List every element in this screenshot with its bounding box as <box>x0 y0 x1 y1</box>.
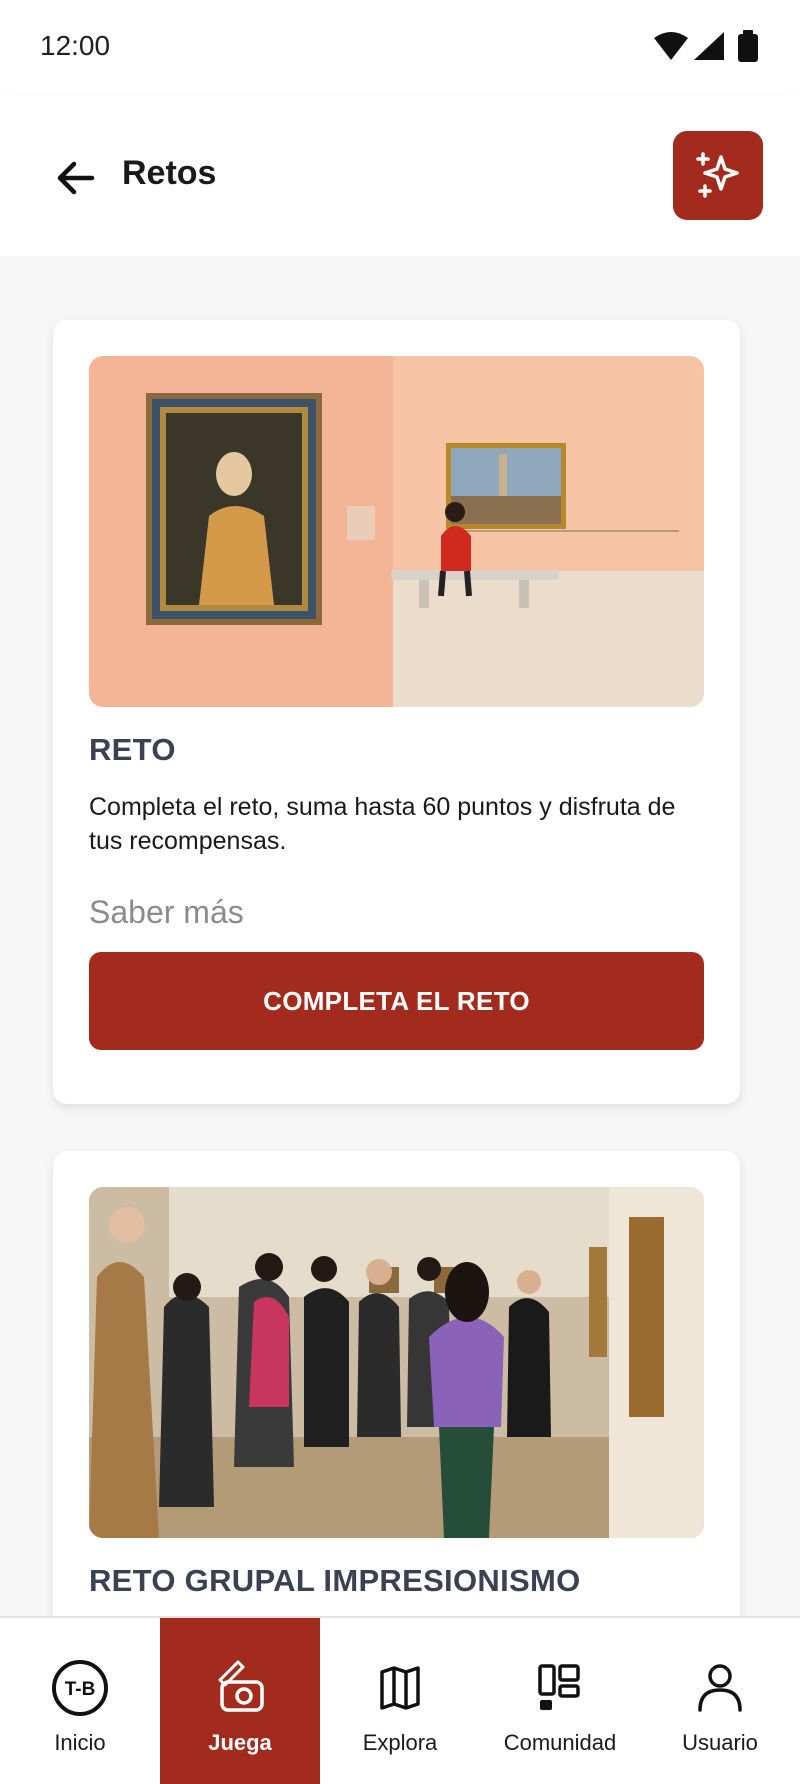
nav-label: Comunidad <box>503 1730 617 1755</box>
app-bar: Retos <box>0 96 800 256</box>
svg-text:T-B: T-B <box>65 1679 96 1700</box>
tb-logo-icon: T-B <box>50 1658 110 1718</box>
challenge-list[interactable]: RETO Completa el reto, suma hasta 60 pun… <box>0 256 800 1616</box>
bottom-nav: T-B Inicio Juega Explora Comunidad Usuar… <box>0 1616 800 1784</box>
page-title: Retos <box>122 154 217 192</box>
challenge-card: RETO GRUPAL IMPRESIONISMO <box>53 1151 740 1616</box>
nav-item-explora[interactable]: Explora <box>320 1618 480 1784</box>
user-icon <box>690 1658 750 1718</box>
battery-icon <box>738 34 758 62</box>
arrow-left-icon[interactable] <box>52 152 104 204</box>
map-icon <box>370 1658 430 1718</box>
camera-pen-icon <box>210 1658 270 1718</box>
nav-item-usuario[interactable]: Usuario <box>640 1618 800 1784</box>
signal-icon <box>694 32 724 60</box>
nav-label: Usuario <box>682 1730 758 1755</box>
widgets-icon <box>530 1658 590 1718</box>
nav-label: Explora <box>362 1730 438 1755</box>
challenge-image <box>89 1187 704 1538</box>
status-time: 12:00 <box>40 30 111 61</box>
status-bar: 12:00 <box>0 0 800 96</box>
nav-label: Juega <box>208 1730 272 1755</box>
nav-label: Inicio <box>54 1730 106 1755</box>
status-icons <box>654 30 758 62</box>
nav-item-inicio[interactable]: T-B Inicio <box>0 1618 160 1784</box>
challenge-card: RETO Completa el reto, suma hasta 60 pun… <box>53 320 740 1104</box>
learn-more-link[interactable]: Saber más <box>89 894 244 931</box>
ai-assistant-button[interactable] <box>673 131 763 220</box>
challenge-title: RETO <box>89 732 176 767</box>
wifi-icon <box>654 32 688 60</box>
challenge-description: Completa el reto, suma hasta 60 puntos y… <box>89 793 676 855</box>
sparkles-icon <box>696 152 739 198</box>
complete-challenge-button[interactable]: COMPLETA EL RETO <box>89 952 704 1050</box>
nav-item-comunidad[interactable]: Comunidad <box>480 1618 640 1784</box>
nav-item-juega[interactable]: Juega <box>160 1618 320 1784</box>
challenge-title: RETO GRUPAL IMPRESIONISMO <box>89 1563 581 1598</box>
challenge-image <box>89 356 704 707</box>
